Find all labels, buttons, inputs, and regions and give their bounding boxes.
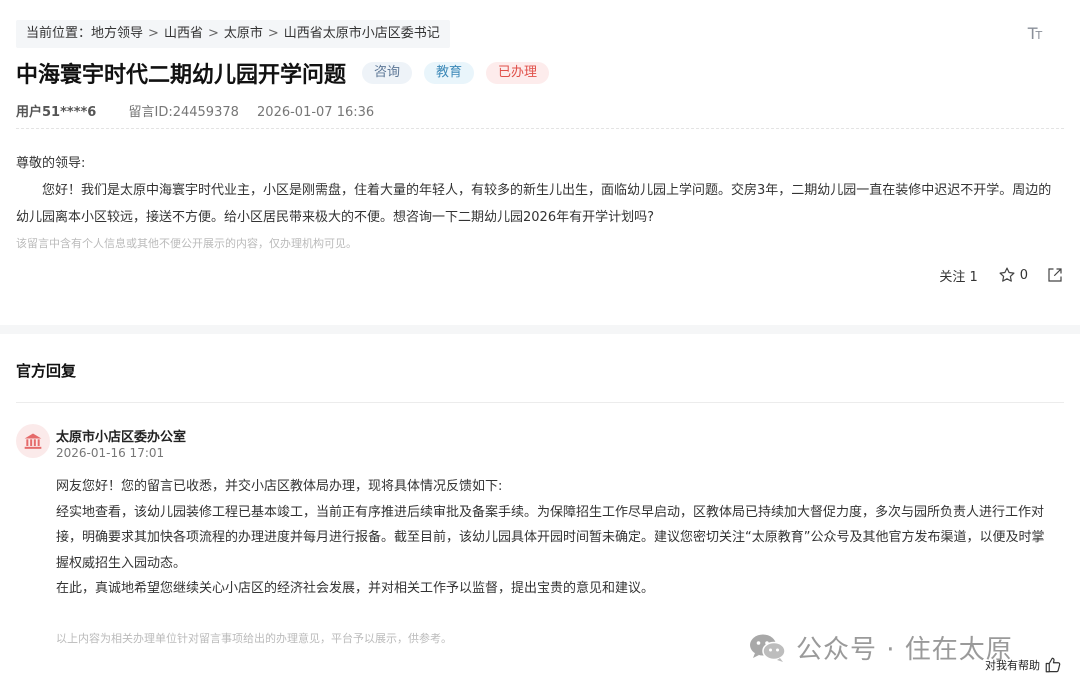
- follow-button[interactable]: 关注 1: [939, 266, 977, 285]
- share-button[interactable]: [1046, 266, 1064, 284]
- divider: [16, 402, 1064, 403]
- reply-paragraph: 经实地查看，该幼儿园装修工程已基本竣工，当前正有序推进后续审批及备案手续。为保障…: [56, 504, 1045, 571]
- message-body: 您好！我们是太原中海寰宇时代业主，小区是刚需盘，住着大量的年轻人，有较多的新生儿…: [16, 183, 1052, 225]
- breadcrumb-separator: >: [148, 26, 159, 41]
- message-meta: 用户51****6 留言ID:24459378 2026-01-07 16:36: [16, 101, 374, 120]
- privacy-note: 该留言中含有个人信息或其他不便公开展示的内容，仅办理机构可见。: [16, 237, 357, 250]
- font-size-icon[interactable]: TT: [1020, 22, 1048, 46]
- page-title: 中海寰宇时代二期幼儿园开学问题: [16, 63, 347, 88]
- breadcrumb-separator: >: [267, 26, 279, 41]
- watermark-text: 公众号 · 住在太原: [796, 635, 1013, 665]
- reply-paragraph: 网友您好！您的留言已收悉，并交小店区教体局办理，现将具体情况反馈如下:: [56, 479, 503, 494]
- share-icon: [1048, 268, 1062, 282]
- wechat-icon: [750, 634, 786, 662]
- star-count: 0: [1019, 267, 1028, 283]
- title-row: 中海寰宇时代二期幼儿园开学问题 咨询 教育 已办理: [16, 56, 550, 90]
- star-icon: [999, 267, 1015, 282]
- category-tag: 教育: [424, 62, 475, 84]
- message-id: 留言ID:24459378: [128, 105, 239, 120]
- message-content: 尊敬的领导: 您好！我们是太原中海寰宇时代业主，小区是刚需盘，住着大量的年轻人，…: [16, 150, 1064, 231]
- watermark: 公众号 · 住在太原: [748, 629, 1013, 666]
- font-size-big: T: [1027, 24, 1038, 43]
- org-name: 太原市小店区委办公室: [56, 430, 187, 445]
- helpful-label: 对我有帮助: [985, 659, 1040, 672]
- reply-date: 2026-01-16 17:01: [56, 446, 165, 460]
- thumbs-up-icon: [1045, 657, 1061, 673]
- salutation: 尊敬的领导:: [16, 156, 86, 171]
- action-bar: 关注 1 0: [939, 262, 1064, 288]
- breadcrumb-prefix: 当前位置：: [26, 26, 92, 41]
- breadcrumb-item-secretary[interactable]: 山西省太原市小店区委书记: [284, 26, 440, 41]
- government-building-icon: [24, 433, 42, 449]
- disclaimer: 以上内容为相关办理单位针对留言事项给出的办理意见，平台予以展示，供参考。: [56, 632, 452, 645]
- breadcrumb-separator: >: [207, 26, 219, 41]
- message-datetime: 2026-01-07 16:36: [257, 105, 375, 120]
- breadcrumb-item-taiyuan[interactable]: 太原市: [224, 26, 263, 41]
- section-gap: [0, 325, 1080, 334]
- reply-body: 网友您好！您的留言已收悉，并交小店区教体局办理，现将具体情况反馈如下: 经实地查…: [56, 474, 1052, 602]
- reply-paragraph: 在此，真诚地希望您继续关心小店区的经济社会发展，并对相关工作予以监督，提出宝贵的…: [56, 581, 655, 596]
- message-panel: 当前位置：地方领导 > 山西省 > 太原市 > 山西省太原市小店区委书记 TT 中海寰宇时代…: [0, 0, 1080, 325]
- font-size-small: T: [1035, 29, 1043, 42]
- avatar: [16, 424, 50, 458]
- status-badge: 已办理: [486, 62, 550, 84]
- type-tag: 咨询: [362, 62, 413, 84]
- star-button[interactable]: 0: [998, 266, 1028, 284]
- helpful-button[interactable]: 对我有帮助: [985, 656, 1062, 674]
- official-reply-section: 官方回复 太原市小店区委办公室 2026-01-16 17:01 网友您好！您的…: [0, 334, 1080, 692]
- section-title: 官方回复: [16, 362, 77, 380]
- breadcrumb-item-shanxi[interactable]: 山西省: [164, 26, 203, 41]
- breadcrumb: 当前位置：地方领导 > 山西省 > 太原市 > 山西省太原市小店区委书记: [16, 20, 450, 48]
- divider: [16, 128, 1064, 129]
- user-name: 用户51****6: [16, 105, 97, 120]
- breadcrumb-item-local-leaders[interactable]: 地方领导: [91, 26, 143, 41]
